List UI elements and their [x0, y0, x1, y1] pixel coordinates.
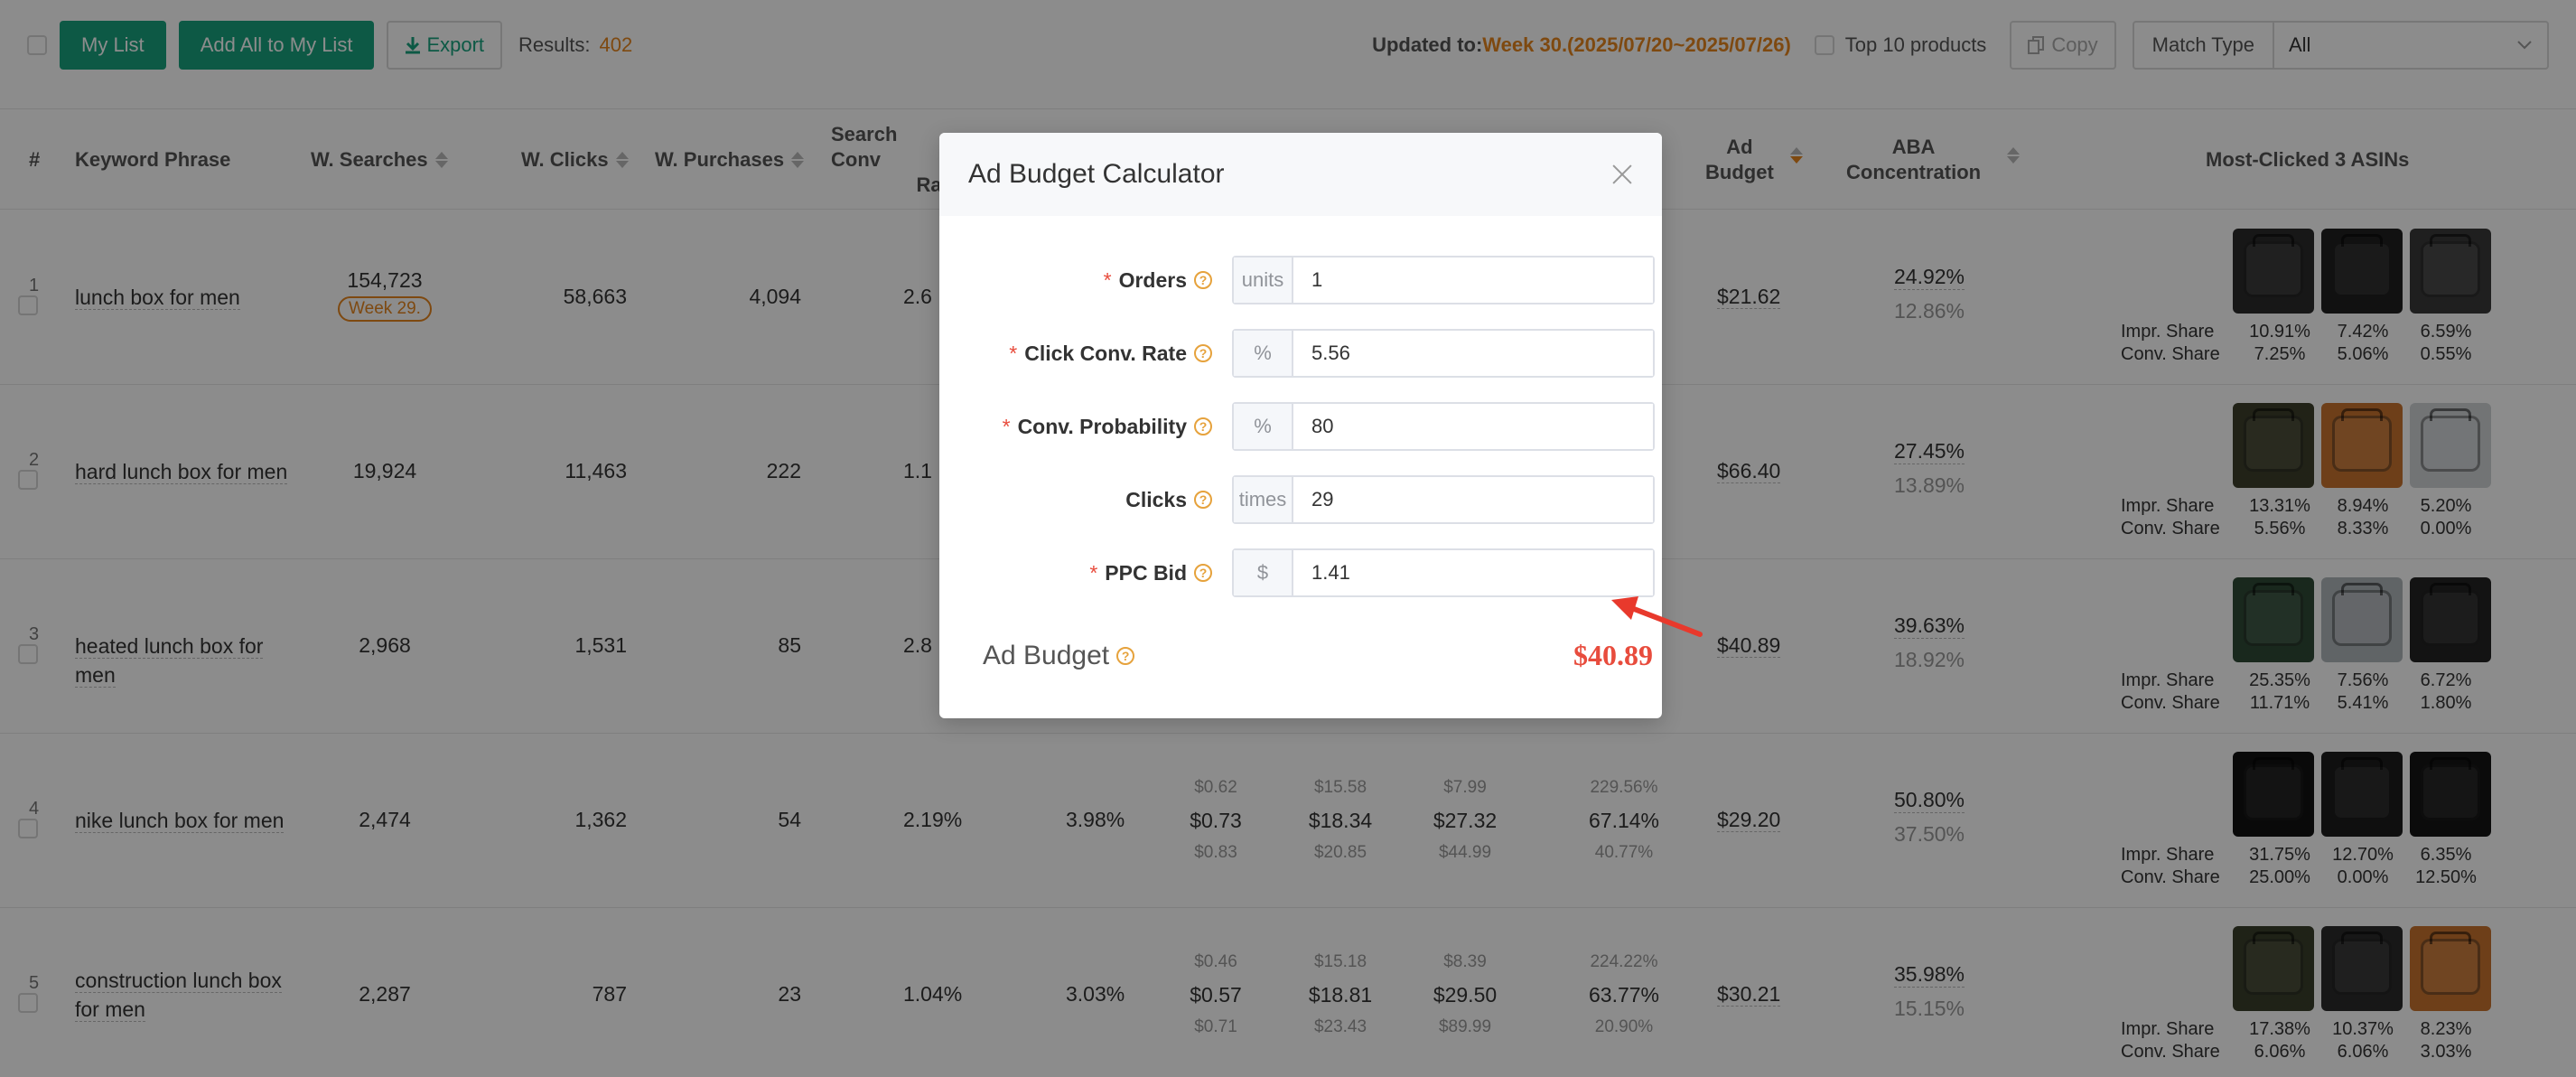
help-icon[interactable]: ?	[1194, 564, 1212, 582]
help-icon[interactable]: ?	[1194, 344, 1212, 362]
clicks-label-text: Clicks	[1125, 487, 1187, 511]
clicks-row: Clicks? times	[939, 475, 1662, 524]
ppc-bid-unit: $	[1234, 550, 1293, 595]
help-icon[interactable]: ?	[1194, 491, 1212, 509]
click-conv-rate-unit: %	[1234, 331, 1293, 376]
conv-probability-label-text: Conv. Probability	[1017, 414, 1187, 438]
click-conv-rate-input[interactable]	[1293, 331, 1653, 376]
ppc-bid-row: * PPC Bid? $	[939, 548, 1662, 597]
conv-probability-input[interactable]	[1293, 404, 1653, 449]
help-icon[interactable]: ?	[1194, 271, 1212, 289]
ad-budget-result-label: Ad Budget?	[983, 640, 1135, 671]
help-icon[interactable]: ?	[1194, 417, 1212, 435]
ad-budget-calculator-modal: Ad Budget Calculator *Orders? units *Cli…	[939, 133, 1662, 718]
orders-unit: units	[1234, 258, 1293, 303]
modal-title: Ad Budget Calculator	[968, 159, 1225, 189]
conv-probability-label: * Conv. Probability?	[939, 415, 1212, 439]
clicks-label: Clicks?	[939, 488, 1212, 512]
clicks-unit: times	[1234, 477, 1293, 522]
conv-probability-unit: %	[1234, 404, 1293, 449]
ad-budget-result: Ad Budget? $40.89	[983, 639, 1653, 672]
orders-row: * Orders? units	[939, 256, 1662, 304]
orders-label: * Orders?	[939, 268, 1212, 293]
annotation-arrow-icon	[1611, 596, 1703, 637]
orders-label-text: Orders	[1118, 267, 1187, 292]
click-conv-rate-label: * Click Conv. Rate?	[939, 342, 1212, 366]
ppc-bid-label: * PPC Bid?	[939, 561, 1212, 585]
help-icon[interactable]: ?	[1116, 646, 1135, 665]
close-icon[interactable]	[1610, 162, 1635, 187]
ad-budget-result-label-text: Ad Budget	[983, 640, 1110, 670]
ad-budget-result-value: $40.89	[1573, 639, 1653, 671]
conv-probability-row: * Conv. Probability? %	[939, 402, 1662, 451]
modal-header: Ad Budget Calculator	[939, 133, 1662, 216]
orders-input[interactable]	[1293, 258, 1653, 303]
click-conv-rate-label-text: Click Conv. Rate	[1024, 341, 1187, 365]
click-conv-rate-row: * Click Conv. Rate? %	[939, 329, 1662, 378]
ppc-bid-label-text: PPC Bid	[1105, 560, 1187, 585]
clicks-input[interactable]	[1293, 477, 1653, 522]
